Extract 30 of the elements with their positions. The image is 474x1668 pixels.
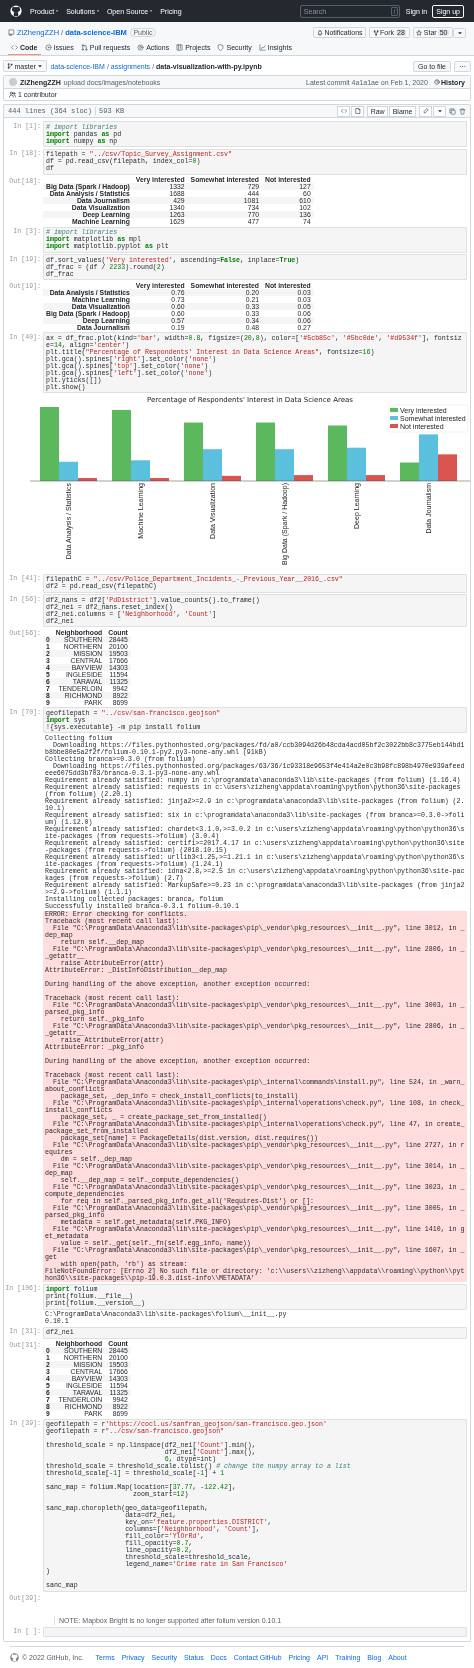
- edit-menu-button[interactable]: [433, 105, 446, 117]
- pencil-icon: [422, 108, 429, 114]
- clock-icon: [433, 79, 440, 85]
- edit-button[interactable]: [419, 105, 432, 117]
- issue-icon: [44, 44, 52, 51]
- branch-icon: [7, 63, 13, 69]
- caret-icon: [436, 108, 443, 114]
- star-icon: [416, 29, 423, 36]
- repo-icon: [8, 29, 15, 36]
- people-icon: [9, 91, 16, 98]
- graph-icon: [258, 44, 266, 51]
- code-cell[interactable]: [43, 1626, 467, 1637]
- fork-icon: [372, 29, 379, 36]
- trash-icon[interactable]: [459, 107, 466, 115]
- play-icon: [137, 44, 145, 51]
- document-icon: [354, 108, 361, 114]
- caret-icon: [456, 29, 463, 36]
- code-cell[interactable]: [43, 1418, 467, 1592]
- table-icon: [176, 44, 184, 51]
- bell-icon: [316, 29, 323, 36]
- dropdown-button[interactable]: [453, 27, 466, 38]
- caret-icon: [37, 63, 44, 69]
- logo-icon[interactable]: [10, 5, 22, 17]
- document-view-button[interactable]: [351, 105, 365, 117]
- copy-icon[interactable]: [449, 107, 456, 115]
- code-view-button[interactable]: [337, 105, 351, 117]
- code-icon: [11, 44, 18, 51]
- code-icon: [340, 108, 347, 114]
- pull-request-icon: [80, 44, 88, 51]
- shield-icon: [217, 44, 225, 51]
